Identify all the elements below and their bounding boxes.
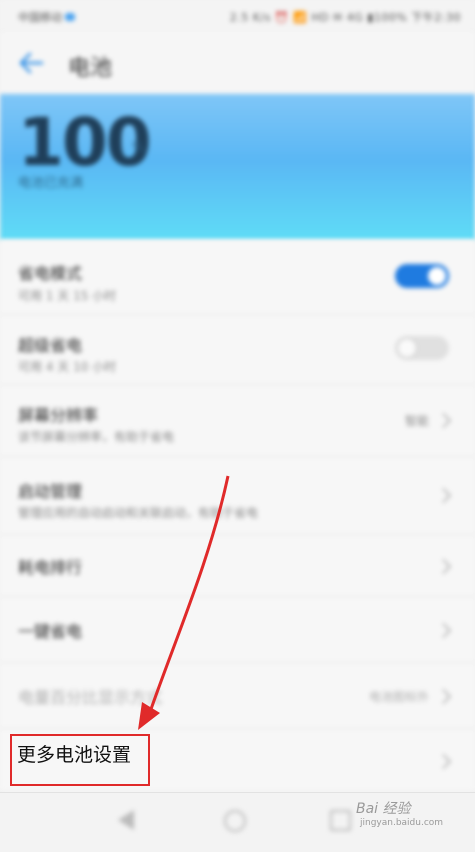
battery-status-panel: 100 % 电池已充满 bbox=[0, 94, 475, 240]
ultra-saving-toggle[interactable] bbox=[395, 336, 449, 360]
setting-subtitle: 该节屏幕分辨率，有助于省电 bbox=[18, 430, 175, 444]
chevron-right-icon bbox=[435, 688, 452, 705]
page-title: 电池 bbox=[68, 56, 113, 81]
status-bar: 中国移动 2.5 K/s ⏰ 📶 HD ✉ 4G ▮100% 下午2:30 bbox=[0, 0, 475, 32]
chevron-right-icon bbox=[435, 753, 452, 770]
watermark-url: jingyan.baidu.com bbox=[360, 818, 444, 828]
nav-back-icon[interactable] bbox=[118, 810, 134, 830]
setting-one-tap[interactable]: 一键省电 bbox=[0, 596, 475, 663]
setting-ultra-saving[interactable]: 超级省电 可用 4 天 10 小时 bbox=[0, 314, 475, 385]
setting-startup[interactable]: 启动管理 管理应用的自动启动和关联启动，有助于省电 bbox=[0, 456, 475, 535]
chevron-right-icon bbox=[435, 558, 452, 575]
setting-value: 电池图标外 bbox=[368, 690, 429, 704]
setting-title: 启动管理 bbox=[18, 482, 83, 501]
chevron-right-icon bbox=[435, 487, 452, 504]
setting-title: 超级省电 bbox=[18, 336, 83, 355]
highlight-box bbox=[10, 734, 150, 786]
wifi-icon bbox=[65, 13, 75, 21]
battery-percent: 100 bbox=[18, 104, 152, 181]
setting-subtitle: 可用 1 天 15 小时 bbox=[18, 289, 117, 303]
status-icons: 2.5 K/s ⏰ 📶 HD ✉ 4G ▮100% 下午2:30 bbox=[229, 11, 461, 24]
setting-title: 电量百分比显示方式 bbox=[18, 688, 163, 707]
charge-status: 电池已充满 bbox=[18, 176, 84, 191]
nav-home-icon[interactable] bbox=[224, 810, 246, 832]
nav-recent-icon[interactable] bbox=[330, 810, 351, 831]
watermark-brand: Bai 经验 bbox=[356, 801, 411, 817]
chevron-right-icon bbox=[435, 412, 452, 429]
setting-value: 智能 bbox=[404, 414, 429, 428]
setting-resolution[interactable]: 屏幕分辨率 该节屏幕分辨率，有助于省电 智能 bbox=[0, 384, 475, 457]
setting-title: 屏幕分辨率 bbox=[18, 406, 99, 425]
setting-percent-display[interactable]: 电量百分比显示方式 电池图标外 bbox=[0, 662, 475, 729]
carrier-label: 中国移动 bbox=[18, 9, 75, 25]
setting-title: 一键省电 bbox=[18, 622, 83, 641]
chevron-right-icon bbox=[435, 622, 452, 639]
setting-subtitle: 可用 4 天 10 小时 bbox=[18, 360, 117, 374]
setting-title: 耗电排行 bbox=[18, 558, 83, 577]
battery-percent-unit: % bbox=[132, 140, 146, 156]
setting-power-saving[interactable]: 省电模式 可用 1 天 15 小时 bbox=[0, 240, 475, 315]
setting-subtitle: 管理应用的自动启动和关联启动，有助于省电 bbox=[18, 506, 259, 520]
back-arrow-icon[interactable] bbox=[18, 52, 44, 74]
app-bar: 电池 bbox=[0, 32, 475, 94]
setting-title: 省电模式 bbox=[18, 264, 83, 283]
power-saving-toggle[interactable] bbox=[395, 264, 449, 288]
watermark: Bai 经验 jingyan.baidu.com bbox=[356, 796, 466, 836]
setting-consumption-rank[interactable]: 耗电排行 bbox=[0, 534, 475, 597]
settings-list: 省电模式 可用 1 天 15 小时 超级省电 可用 4 天 10 小时 屏幕分辨… bbox=[0, 240, 475, 790]
